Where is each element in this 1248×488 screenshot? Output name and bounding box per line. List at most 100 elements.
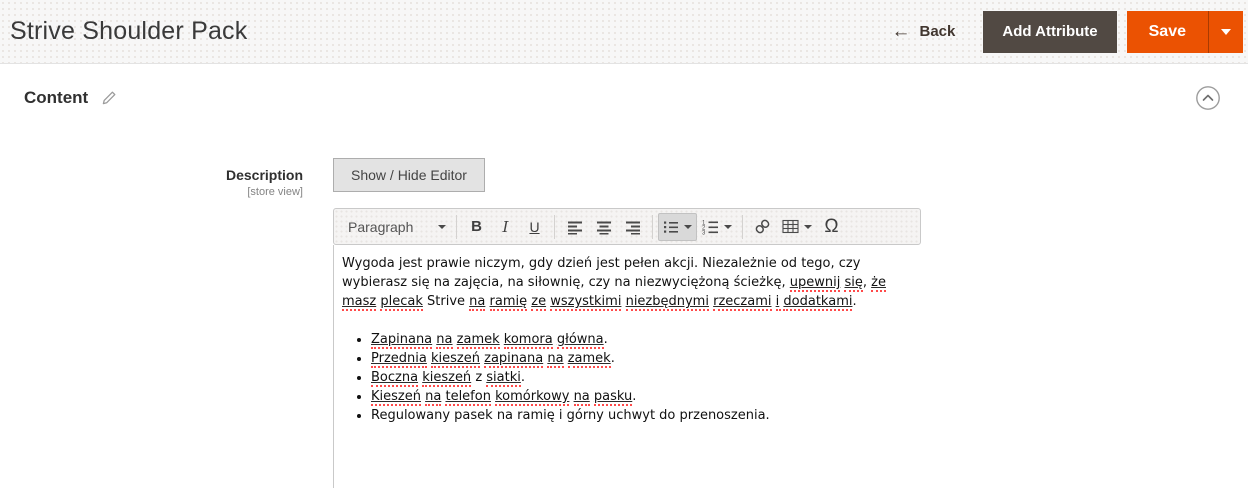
table-icon	[782, 219, 799, 234]
editor-paragraph: Wygoda jest prawie niczym, gdy dzień jes…	[342, 254, 894, 311]
text-run: ,	[863, 275, 871, 290]
underline-icon: U	[529, 219, 539, 235]
link-icon	[754, 218, 771, 235]
text-run	[621, 294, 625, 309]
editor-bullet-list: Zapinana na zamek komora główna.Przednia…	[342, 330, 894, 425]
page-title: Strive Shoulder Pack	[10, 17, 247, 46]
misspelled-word: wszystkimi	[550, 294, 621, 311]
text-run: Regulowany pasek na ramię i górny uchwyt…	[371, 408, 770, 423]
editor-list-item: Regulowany pasek na ramię i górny uchwyt…	[371, 406, 894, 425]
misspelled-word: na	[436, 332, 452, 349]
text-run	[485, 294, 489, 309]
misspelled-word: ze	[531, 294, 546, 311]
numbered-list-button[interactable]: 1 2 3	[697, 213, 737, 241]
misspelled-word: zamek	[457, 332, 500, 349]
text-run: Wygoda jest prawie niczym, gdy dzień jes…	[342, 256, 860, 290]
caret-down-icon	[804, 225, 812, 229]
description-label-column: Description [store view]	[0, 158, 303, 488]
bold-icon: B	[471, 218, 482, 235]
misspelled-word: siatki	[486, 370, 521, 387]
back-arrow-icon: ←	[892, 22, 911, 41]
editor-toolbar: Paragraph B I U	[333, 208, 921, 245]
misspelled-word: ramię	[490, 294, 528, 311]
editor-list-item: Kieszeń na telefon komórkowy na pasku.	[371, 387, 894, 406]
description-field-column: Show / Hide Editor Paragraph B I U	[333, 158, 1248, 488]
show-hide-editor-button[interactable]: Show / Hide Editor	[333, 158, 485, 192]
caret-down-icon	[1221, 29, 1231, 35]
misspelled-word: kieszeń	[431, 351, 480, 368]
insert-table-button[interactable]	[777, 213, 817, 241]
misspelled-word: główna	[557, 332, 604, 349]
store-view-scope-label: [store view]	[0, 186, 303, 198]
save-button[interactable]: Save	[1127, 11, 1208, 53]
editor-content-area[interactable]: Wygoda jest prawie niczym, gdy dzień jes…	[333, 245, 1248, 488]
collapse-section-button[interactable]	[1195, 85, 1221, 111]
edit-pencil-icon[interactable]	[101, 90, 117, 106]
align-right-button[interactable]	[618, 213, 647, 241]
text-run: .	[521, 370, 525, 385]
misspelled-word: Kieszeń	[371, 389, 421, 406]
misspelled-word: Przednia	[371, 351, 427, 368]
misspelled-word: niezbędnymi	[626, 294, 709, 311]
misspelled-word: na	[547, 351, 563, 368]
text-run: .	[611, 351, 615, 366]
bold-button[interactable]: B	[462, 213, 491, 241]
text-run: .	[852, 294, 856, 309]
misspelled-word: pasku	[594, 389, 632, 406]
misspelled-word: zapinana	[484, 351, 543, 368]
text-run: .	[632, 389, 636, 404]
text-run	[569, 389, 573, 404]
editor-list-item: Boczna kieszeń z siatki.	[371, 368, 894, 387]
back-button-label: Back	[920, 23, 956, 40]
page-header: Strive Shoulder Pack ← Back Add Attribut…	[0, 0, 1248, 64]
bullet-list-icon	[663, 219, 679, 235]
editor-list-item: Zapinana na zamek komora główna.	[371, 330, 894, 349]
misspelled-word: komora	[504, 332, 553, 349]
misspelled-word: zamek	[568, 351, 611, 368]
misspelled-word: się	[844, 275, 862, 292]
align-center-button[interactable]	[589, 213, 618, 241]
misspelled-word: kieszeń	[422, 370, 471, 387]
svg-text:3: 3	[702, 230, 706, 235]
content-section: Content Description [store view]	[0, 64, 1248, 488]
italic-button[interactable]: I	[491, 213, 520, 241]
paragraph-format-select[interactable]: Paragraph	[339, 213, 451, 241]
caret-down-icon	[684, 225, 692, 229]
caret-down-icon	[724, 225, 732, 229]
save-dropdown-button[interactable]	[1209, 11, 1243, 53]
product-edit-page: Strive Shoulder Pack ← Back Add Attribut…	[0, 0, 1248, 488]
back-button[interactable]: ← Back	[892, 22, 956, 41]
description-label: Description	[0, 167, 303, 183]
toolbar-separator	[456, 215, 457, 239]
editor-list-item: Przednia kieszeń zapinana na zamek.	[371, 349, 894, 368]
header-actions: ← Back Add Attribute Save	[892, 11, 1244, 53]
text-run: z	[471, 370, 486, 385]
misspelled-word: Boczna	[371, 370, 418, 387]
section-title: Content	[24, 88, 88, 108]
wysiwyg-editor: Paragraph B I U	[333, 208, 1248, 488]
bullet-list-button[interactable]	[658, 213, 697, 241]
numbered-list-icon: 1 2 3	[702, 219, 719, 235]
align-right-icon	[625, 219, 641, 235]
omega-icon: Ω	[824, 216, 838, 238]
misspelled-word: Zapinana	[371, 332, 432, 349]
paragraph-format-label: Paragraph	[348, 219, 413, 235]
add-attribute-button[interactable]: Add Attribute	[983, 11, 1116, 53]
misspelled-word: telefon	[445, 389, 490, 406]
text-run: Strive	[423, 294, 469, 309]
insert-link-button[interactable]	[748, 213, 777, 241]
align-left-button[interactable]	[560, 213, 589, 241]
align-left-icon	[567, 219, 583, 235]
misspelled-word: komórkowy	[495, 389, 569, 406]
caret-down-icon	[438, 225, 446, 229]
misspelled-word: dodatkami	[783, 294, 852, 311]
underline-button[interactable]: U	[520, 213, 549, 241]
toolbar-separator	[652, 215, 653, 239]
text-run: .	[604, 332, 608, 347]
misspelled-word: na	[425, 389, 441, 406]
misspelled-word: rzeczami	[713, 294, 771, 311]
special-character-button[interactable]: Ω	[817, 213, 846, 241]
description-field-row: Description [store view] Show / Hide Edi…	[0, 158, 1248, 488]
misspelled-word: na	[469, 294, 485, 311]
misspelled-word: masz	[342, 294, 376, 311]
